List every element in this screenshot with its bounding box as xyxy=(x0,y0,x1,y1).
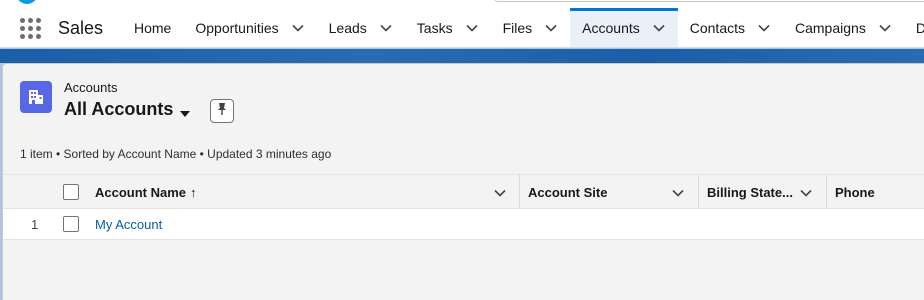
column-header-account-site[interactable]: Account Site xyxy=(528,175,607,209)
nav-tab-label: Contacts xyxy=(689,20,745,36)
row-select-checkbox[interactable] xyxy=(63,216,79,232)
nav-tab-label: Accounts xyxy=(582,20,640,36)
global-header-strip xyxy=(0,0,924,8)
nav-tabs: Home Opportunities Leads Tasks Files Accounts… xyxy=(122,8,924,47)
chevron-down-icon[interactable] xyxy=(757,21,771,35)
column-divider[interactable] xyxy=(519,175,520,209)
chevron-down-icon[interactable] xyxy=(799,186,813,200)
app-name: Sales xyxy=(58,18,104,38)
nav-tab-label: Opportunities xyxy=(195,20,279,36)
nav-tab-home[interactable]: Home xyxy=(122,8,183,47)
nav-tab-files[interactable]: Files xyxy=(491,8,571,47)
list-meta-info: 1 item • Sorted by Account Name • Update… xyxy=(20,147,332,161)
column-header-account-name[interactable]: Account Name ↑ xyxy=(95,175,197,209)
chevron-down-icon[interactable] xyxy=(544,21,558,35)
nav-tab-dashboa[interactable]: Dashboa xyxy=(904,8,924,47)
pin-list-view-button[interactable] xyxy=(210,99,234,123)
pin-icon xyxy=(216,102,228,121)
column-header-billing-state[interactable]: Billing State... xyxy=(707,175,793,209)
app-launcher-icon[interactable] xyxy=(20,18,41,39)
column-label: Phone xyxy=(835,184,875,200)
app-nav-bar: Sales Home Opportunities Leads Tasks Files Ac… xyxy=(0,8,924,48)
chevron-down-icon[interactable] xyxy=(671,186,685,200)
nav-tab-opportunities[interactable]: Opportunities xyxy=(183,8,316,47)
table-row: 1 My Account xyxy=(3,209,924,240)
column-divider[interactable] xyxy=(698,175,699,209)
chevron-down-icon[interactable] xyxy=(652,21,666,35)
column-label: Account Name xyxy=(95,184,187,200)
column-header-phone[interactable]: Phone xyxy=(835,175,875,209)
nav-tab-label: Tasks xyxy=(416,20,453,36)
chevron-down-icon[interactable] xyxy=(493,186,507,200)
list-view-title[interactable]: All Accounts xyxy=(64,99,173,120)
nav-tab-tasks[interactable]: Tasks xyxy=(405,8,491,47)
global-search-box[interactable] xyxy=(494,0,924,2)
decorative-band xyxy=(0,49,924,63)
chevron-down-icon[interactable] xyxy=(291,21,305,35)
nav-tab-contacts[interactable]: Contacts xyxy=(678,8,783,47)
column-divider[interactable] xyxy=(826,175,827,209)
chevron-down-icon[interactable] xyxy=(379,21,393,35)
nav-tab-label: Leads xyxy=(328,20,367,36)
chevron-down-icon[interactable] xyxy=(465,21,479,35)
nav-tab-label: Files xyxy=(502,20,533,36)
table-header: Account Name ↑ Account Site Billing Stat… xyxy=(3,174,924,209)
salesforce-logo-icon[interactable] xyxy=(16,0,38,4)
select-all-checkbox[interactable] xyxy=(63,184,79,200)
nav-tab-leads[interactable]: Leads xyxy=(317,8,405,47)
account-name-link[interactable]: My Account xyxy=(95,217,162,232)
list-view-panel: Accounts All Accounts 1 item • Sorted by… xyxy=(2,63,924,300)
nav-tab-accounts[interactable]: Accounts xyxy=(570,8,678,47)
nav-tab-label: Campaigns xyxy=(795,20,866,36)
chevron-down-icon[interactable] xyxy=(878,21,892,35)
object-label: Accounts xyxy=(64,80,118,95)
caret-down-icon[interactable] xyxy=(179,106,191,117)
account-building-icon xyxy=(20,81,52,113)
sort-ascending-icon: ↑ xyxy=(190,184,197,200)
column-label: Billing State... xyxy=(707,184,793,200)
nav-tab-label: Home xyxy=(134,20,172,36)
nav-tab-label: Dashboa xyxy=(916,20,924,36)
column-label: Account Site xyxy=(528,184,608,200)
nav-tab-campaigns[interactable]: Campaigns xyxy=(783,8,904,47)
row-number: 1 xyxy=(31,217,39,232)
